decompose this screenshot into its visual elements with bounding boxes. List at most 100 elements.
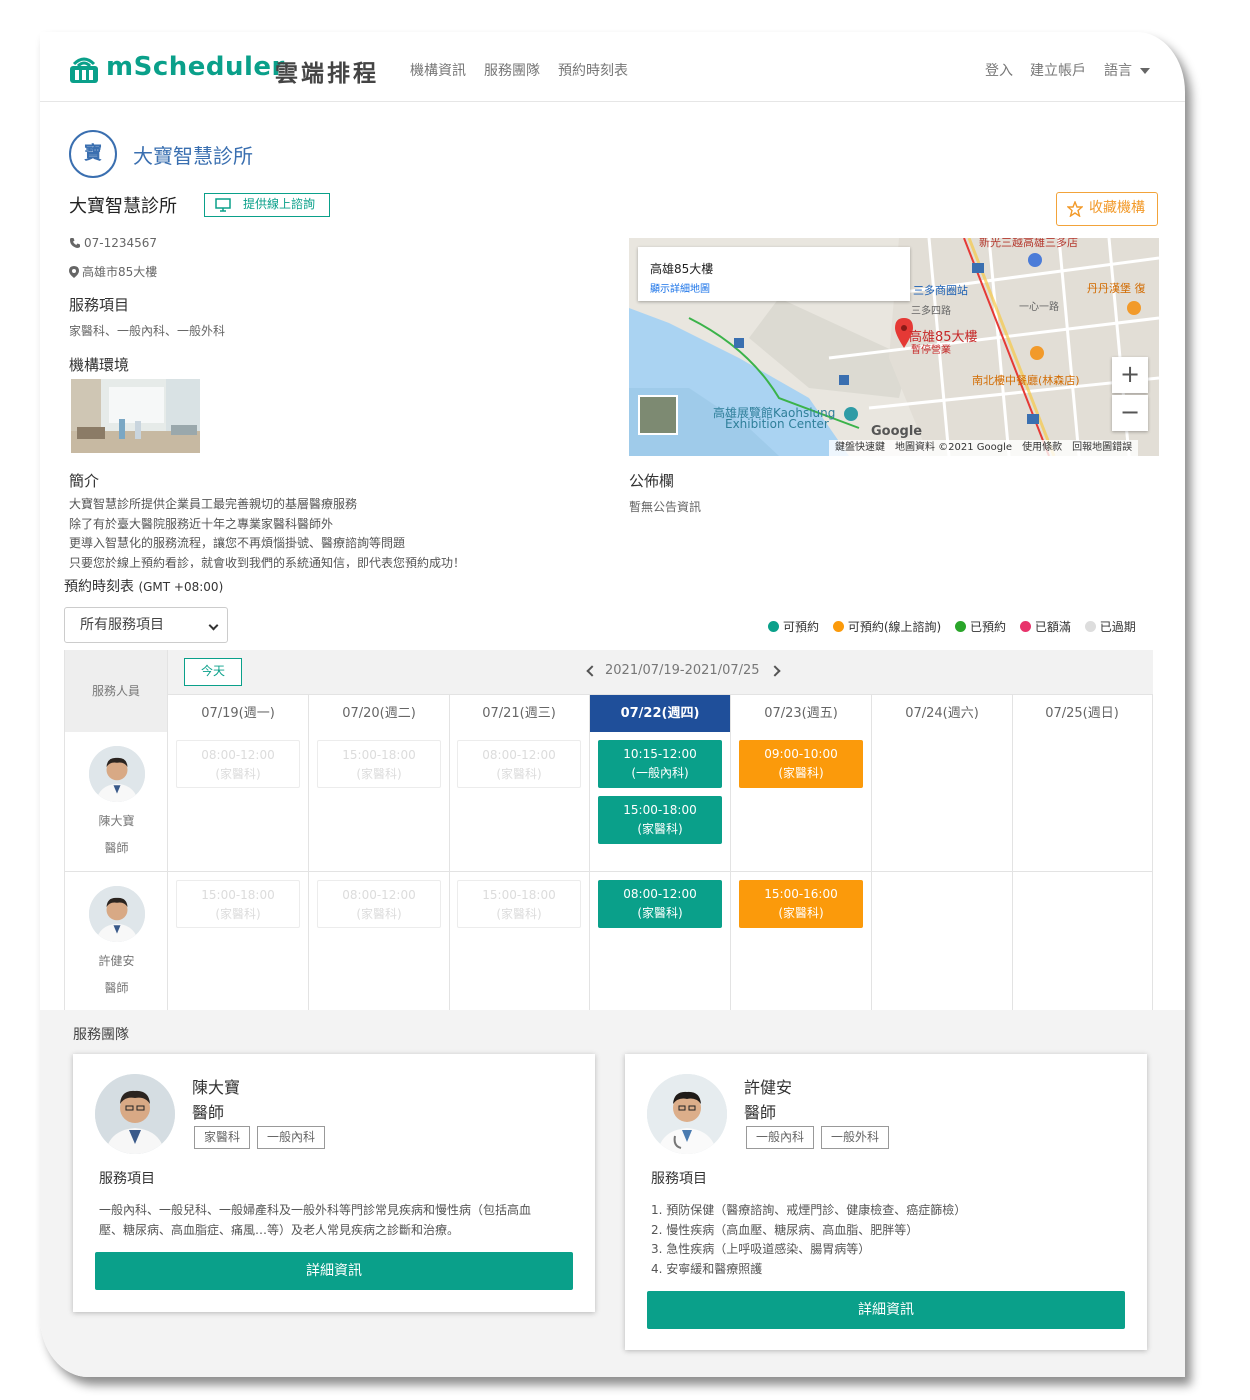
specialty-tag: 一般內科 [746, 1126, 814, 1149]
schedule-cell [872, 872, 1013, 1012]
service-team-section: 服務團隊 陳大寶 醫師 家醫科 一般內科 服務項目 一般內科、一般兒科、一般婦產 [40, 1010, 1185, 1377]
map-footer[interactable]: 鍵盤快速鍵 地圖資料 ©2021 Google 使用條款 回報地圖錯誤 [829, 440, 1139, 456]
doctor-services-text: 一般內科、一般兒科、一般婦產科及一般外科等門診常見疾病和慢性病（包括高血 壓、糖… [99, 1201, 531, 1240]
slot-time: 15:00-18:00 [342, 748, 416, 762]
legend-dot-booked [955, 621, 967, 632]
slot-dept: (家醫科) [496, 767, 542, 781]
doctor-detail-button[interactable]: 詳細資訊 [647, 1291, 1125, 1329]
environment-heading: 機構環境 [69, 356, 130, 374]
map-zoom-in-button[interactable]: + [1112, 357, 1148, 393]
doctor-services-heading: 服務項目 [651, 1171, 707, 1187]
signup-link[interactable]: 建立帳戶 [1030, 60, 1086, 80]
service-filter-select[interactable]: 所有服務項目 [64, 607, 228, 643]
services-heading: 服務項目 [69, 296, 130, 314]
today-button[interactable]: 今天 [184, 658, 242, 686]
favorite-button[interactable]: 收藏機構 [1056, 192, 1158, 226]
week-range: 2021/07/19-2021/07/25 [605, 663, 760, 678]
time-slot[interactable]: 15:00-18:00 (家醫科) [598, 796, 722, 844]
legend-dot-full [1019, 621, 1031, 632]
slot-time: 10:15-12:00 [623, 747, 697, 761]
map-label-road2: 一心一路 [1019, 302, 1059, 313]
service-line: 壓、糖尿病、高血脂症、痛風…等）及老人常見疾病之診斷和治療。 [99, 1222, 460, 1237]
schedule-header: 服務人員 今天 2021/07/19-2021/07/25 07/19(週一) 0… [65, 650, 1153, 732]
slot-dept: (家醫科) [356, 907, 402, 921]
brand-name[interactable]: mScheduler [106, 52, 285, 82]
doctor-services-heading: 服務項目 [99, 1171, 155, 1187]
slot-time: 15:00-18:00 [482, 888, 556, 902]
map-label-exhibition-en: Exhibition Center [725, 417, 829, 431]
map-label-main-sub: 暫停營業 [911, 345, 951, 356]
legend-dot-online [832, 621, 844, 632]
schedule-heading: 預約時刻表 (GMT +08:00) [64, 576, 223, 596]
staff-portrait-image [89, 746, 145, 802]
favorite-label: 收藏機構 [1089, 200, 1145, 216]
doctor-card: 許健安 醫師 一般內科 一般外科 服務項目 1. 預防保健（醫療諮詢、戒煙門診、… [625, 1054, 1147, 1350]
day-header: 07/20(週二) [309, 694, 450, 732]
phone-number: 07-1234567 [84, 236, 158, 250]
intro-heading: 簡介 [69, 472, 100, 490]
day-header: 07/25(週日) [1012, 694, 1153, 732]
services-text: 家醫科、一般內科、一般外科 [69, 324, 226, 338]
top-nav: mScheduler 雲端排程 機構資訊 服務團隊 預約時刻表 登入 建立帳戶 … [40, 32, 1185, 102]
bulletin-heading: 公佈欄 [629, 472, 675, 490]
phone-icon [70, 238, 80, 248]
slot-dept: (家醫科) [496, 907, 542, 921]
next-week-arrow-icon[interactable] [769, 665, 781, 677]
language-dropdown[interactable]: 語言 [1104, 60, 1150, 80]
doctor-avatar [647, 1074, 727, 1154]
map-label-burger: 丹丹漢堡 復 [1087, 282, 1146, 295]
time-slot[interactable]: 10:15-12:00 (一般內科) [598, 740, 722, 788]
doctor-avatar [95, 1074, 175, 1154]
map-label-top-road: 新光三越高雄三多店 [979, 238, 1078, 249]
specialty-tag: 家醫科 [194, 1126, 250, 1149]
slot-time: 08:00-12:00 [201, 748, 275, 762]
staff-title: 醫師 [104, 981, 129, 995]
wifi-logo-icon [70, 57, 98, 83]
clinic-title: 大寶智慧診所 [133, 144, 253, 168]
staff-avatar [89, 886, 145, 942]
nav-link-schedule[interactable]: 預約時刻表 [558, 60, 628, 80]
online-consult-badge: 提供線上諮詢 [204, 193, 330, 217]
google-map[interactable]: 新光三越高雄三多店 高雄85大樓 暫停營業 三多商圈站 三多四路 一心一路 南北… [629, 238, 1159, 456]
service-line: 3. 急性疾病（上呼吸道感染、腸胃病等） [651, 1242, 871, 1256]
staff-column-header: 服務人員 [65, 650, 168, 732]
staff-name: 陳大寶 [98, 814, 135, 828]
map-zoom-out-button[interactable]: − [1112, 395, 1148, 431]
nav-link-institution[interactable]: 機構資訊 [410, 60, 466, 80]
service-filter-value: 所有服務項目 [80, 617, 164, 633]
slot-dept: (家醫科) [356, 767, 402, 781]
time-slot: 15:00-18:00 (家醫科) [457, 880, 581, 928]
doctor-name: 陳大寶 [192, 1078, 241, 1097]
staff-portrait-image [89, 886, 145, 942]
slot-time: 15:00-18:00 [623, 803, 697, 817]
time-slot[interactable]: 09:00-10:00 (家醫科) [739, 740, 863, 788]
monitor-icon [215, 198, 231, 212]
map-detail-link[interactable]: 顯示詳細地圖 [650, 280, 710, 295]
slot-dept: (家醫科) [215, 907, 261, 921]
nav-link-team[interactable]: 服務團隊 [484, 60, 540, 80]
intro-line: 更導入智慧化的服務流程，讓您不再煩惱掛號、醫療諮詢等問題 [69, 536, 406, 550]
location-pin-icon [69, 266, 79, 278]
slot-dept: (家醫科) [637, 822, 683, 836]
specialty-tag: 一般外科 [821, 1126, 889, 1149]
brand-name-cn[interactable]: 雲端排程 [275, 54, 379, 88]
service-line: 1. 預防保健（醫療諮詢、戒煙門診、健康檢查、癌症篩檢） [651, 1203, 967, 1217]
time-slot[interactable]: 08:00-12:00 (家醫科) [598, 880, 722, 928]
online-consult-label: 提供線上諮詢 [243, 197, 316, 211]
map-card-title: 高雄85大樓 [650, 262, 714, 276]
legend: 可預約 可預約(線上諮詢) 已預約 已額滿 已過期 [768, 618, 1136, 635]
schedule-cell [872, 732, 1013, 872]
environment-photo[interactable] [71, 379, 200, 453]
caret-down-icon [1140, 68, 1150, 74]
slot-time: 08:00-12:00 [482, 748, 556, 762]
legend-dot-expired [1084, 621, 1096, 632]
time-slot: 08:00-12:00 (家醫科) [317, 880, 441, 928]
time-slot[interactable]: 15:00-16:00 (家醫科) [739, 880, 863, 928]
prev-week-arrow-icon[interactable] [586, 665, 598, 677]
clinic-avatar: 寶 [69, 130, 117, 178]
login-link[interactable]: 登入 [985, 60, 1013, 80]
doctor-title: 醫師 [192, 1103, 225, 1122]
doctor-name: 許健安 [744, 1078, 793, 1097]
doctor-detail-button[interactable]: 詳細資訊 [95, 1252, 573, 1290]
timezone-label: (GMT +08:00) [138, 580, 224, 594]
